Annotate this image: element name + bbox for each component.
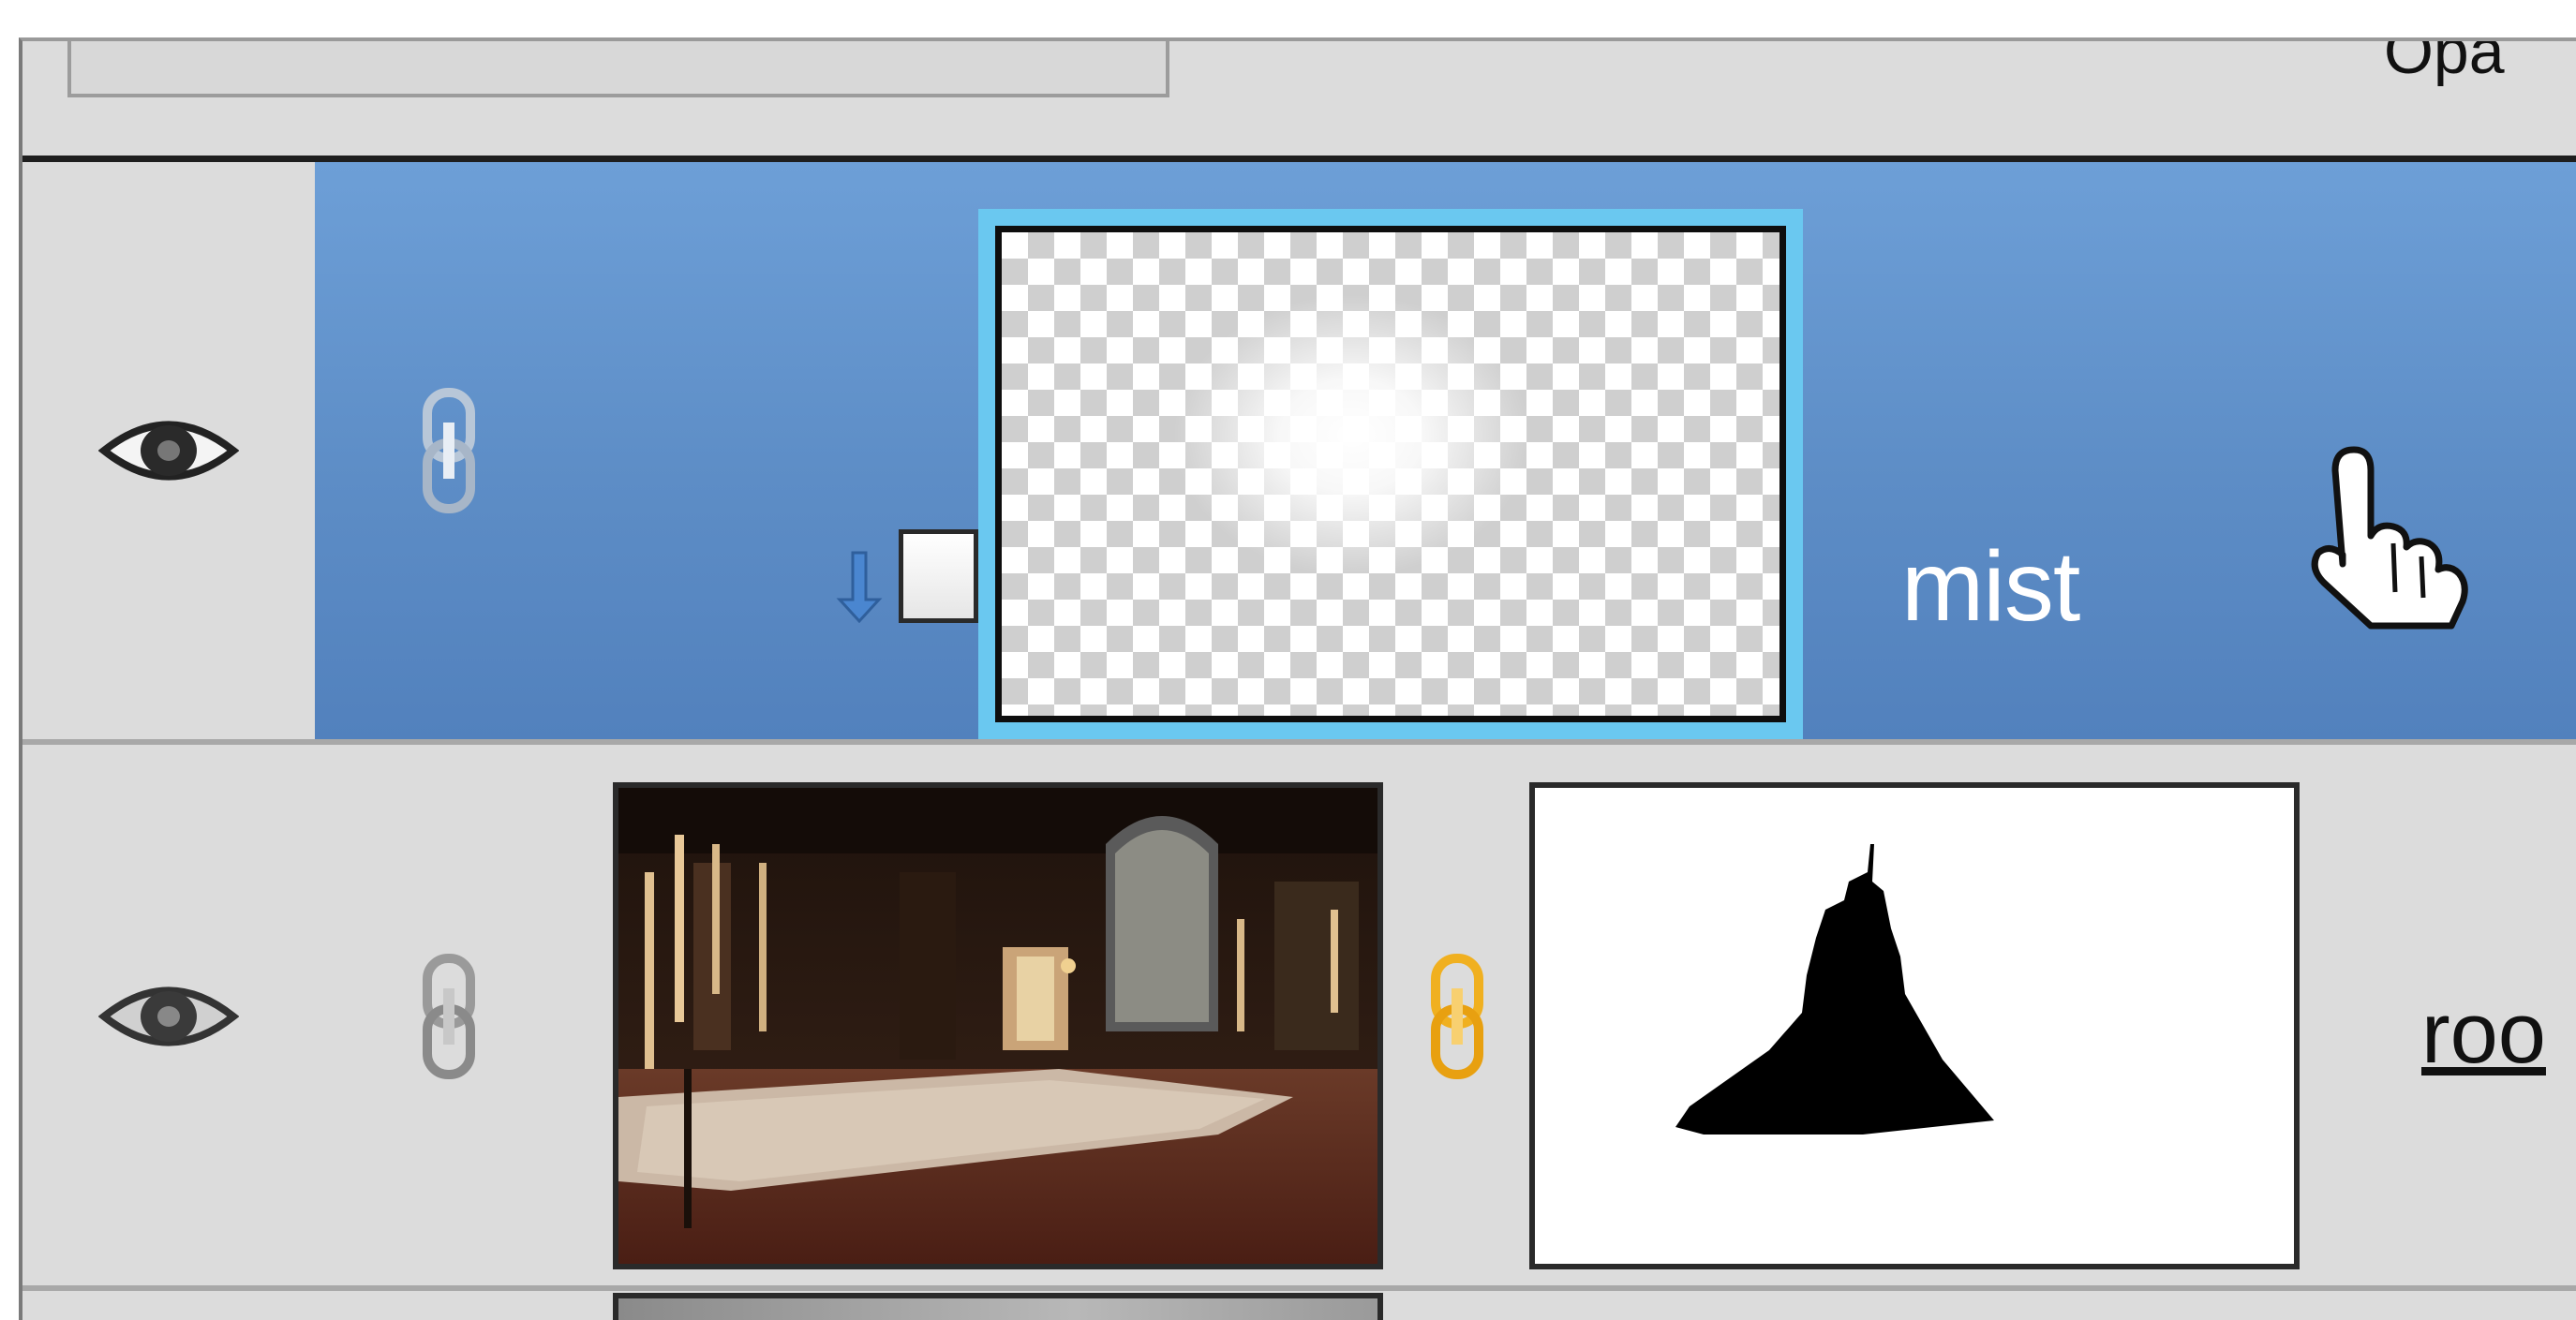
- layer-row-mist[interactable]: mist: [22, 162, 2576, 739]
- layer-divider: [22, 739, 2576, 745]
- hand-cursor-icon: [2311, 446, 2468, 630]
- clipping-indicator: [819, 529, 978, 632]
- eye-icon: [98, 986, 239, 1046]
- layer-link-toggle-room[interactable]: [397, 747, 500, 1285]
- layer-thumbnail-room[interactable]: [613, 782, 1383, 1269]
- layer-name-mist[interactable]: mist: [1901, 537, 2080, 636]
- panel-header: Opa: [22, 41, 2576, 156]
- layer-thumbnail-mist: [995, 226, 1786, 722]
- clip-indicator-box: [899, 529, 978, 623]
- layer-thumbnail-frame-mist[interactable]: [978, 209, 1803, 739]
- layers-panel: Opa mist roo: [19, 37, 2576, 1320]
- clip-arrow-icon: [836, 551, 883, 623]
- layer-mask-thumbnail-room[interactable]: [1529, 782, 2300, 1269]
- visibility-toggle-room[interactable]: [22, 747, 315, 1285]
- mask-link-toggle-room[interactable]: [1406, 747, 1509, 1285]
- eye-icon: [98, 421, 239, 481]
- chain-link-icon: [1431, 953, 1483, 1079]
- header-divider: [22, 156, 2576, 162]
- hand-cursor: [2268, 433, 2474, 639]
- layer-name-room[interactable]: roo: [2421, 990, 2546, 1076]
- opacity-label: Opa: [2384, 37, 2505, 87]
- dress-silhouette-mask: [1675, 844, 1994, 1135]
- ballroom-image: [618, 788, 1377, 1264]
- layer-link-toggle-mist[interactable]: [397, 162, 500, 739]
- chain-link-icon: [423, 953, 475, 1079]
- layer-divider: [22, 1285, 2576, 1291]
- visibility-toggle-mist[interactable]: [22, 162, 315, 739]
- blend-mode-dropdown[interactable]: [67, 41, 1169, 97]
- chain-link-icon: [423, 388, 475, 513]
- layer-row-room[interactable]: roo: [22, 747, 2576, 1285]
